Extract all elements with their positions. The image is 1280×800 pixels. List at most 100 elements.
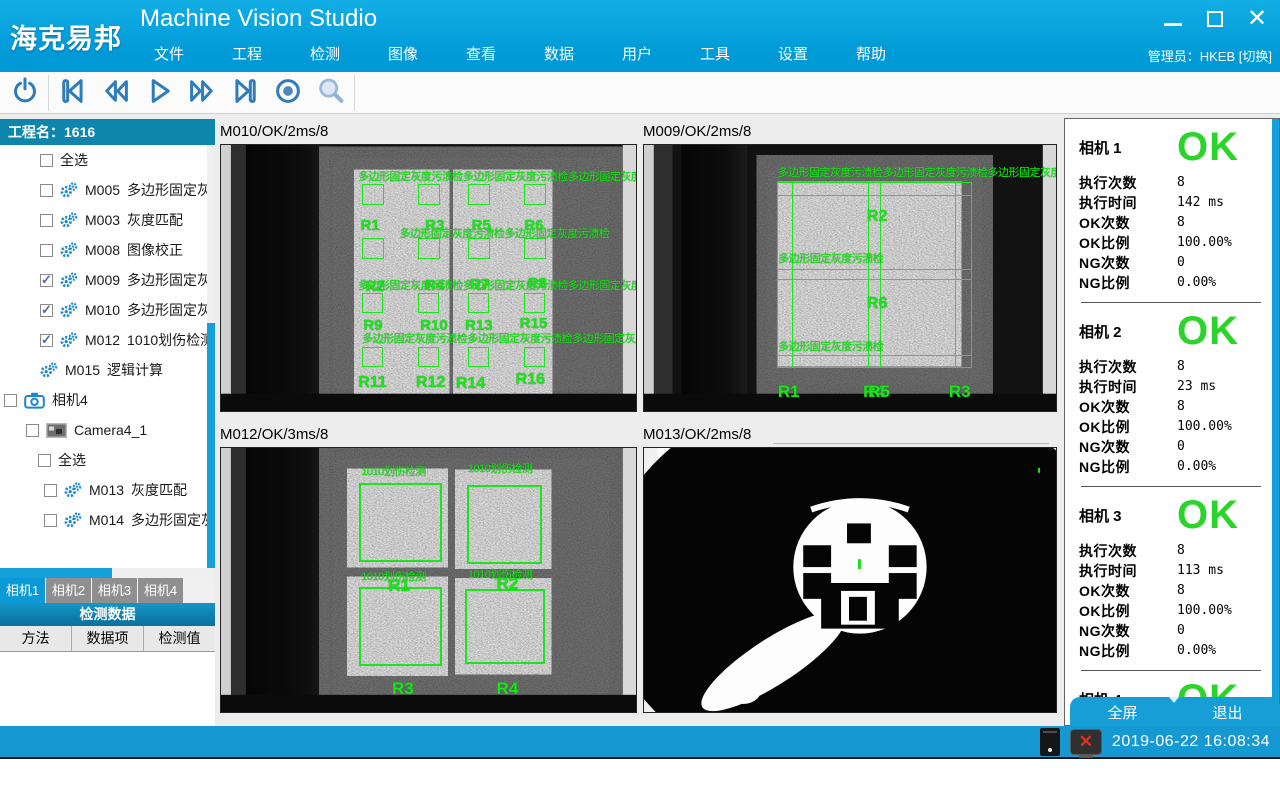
menu-item-3[interactable]: 检测: [286, 43, 364, 67]
menu-item-7[interactable]: 用户: [598, 43, 676, 67]
skip-start-button[interactable]: [51, 74, 94, 112]
detect-col-2[interactable]: 数据项: [72, 626, 144, 651]
camera-section-1: 相机 1OK 执行次数8执行时间142 msOK次数8OK比例100.00%NG次…: [1065, 119, 1279, 303]
checkbox[interactable]: [44, 514, 57, 527]
menu-item-10[interactable]: 帮助: [832, 43, 910, 67]
camera-name: 相机 3: [1079, 505, 1177, 526]
tree-item-m003[interactable]: M003灰度匹配: [0, 205, 215, 235]
fast-forward-button[interactable]: [180, 74, 223, 112]
detection-box: [362, 184, 384, 205]
minimize-icon: [1164, 23, 1182, 26]
checkbox[interactable]: [40, 214, 53, 227]
detect-data-header: 检测数据: [0, 603, 215, 626]
overlay-text: 多边形固定灰度污渍检多边形固定灰度污渍检多边形固定灰度污渍检: [777, 164, 1057, 180]
menu-item-5[interactable]: 查看: [442, 43, 520, 67]
tree-item[interactable]: 全选: [0, 145, 215, 175]
search-button[interactable]: [309, 74, 352, 112]
monitor-error-icon[interactable]: ✕: [1070, 729, 1102, 755]
camera-tab-bar: 相机1相机2相机3相机4: [0, 578, 215, 603]
exit-button[interactable]: 退出: [1175, 697, 1280, 727]
tree-item-m009[interactable]: M009多边形固定灰度污渍检: [0, 265, 215, 295]
stat-row: OK次数8: [1079, 397, 1263, 417]
pc-tower-icon[interactable]: [1040, 728, 1060, 756]
stats-scrollbar[interactable]: [1272, 119, 1279, 725]
detect-col-1[interactable]: 方法: [0, 626, 72, 651]
tree-item-label: 多边形固定灰度污渍检: [127, 270, 215, 290]
switch-user-link[interactable]: [切换]: [1239, 49, 1272, 64]
menu-item-8[interactable]: 工具: [676, 43, 754, 67]
window-controls: ✕: [1160, 6, 1270, 32]
tab-camera3[interactable]: 相机3: [92, 578, 137, 603]
stat-value: 100.00%: [1177, 601, 1232, 621]
detection-box: [524, 347, 545, 367]
tree-vscrollbar[interactable]: [207, 145, 215, 568]
play-button[interactable]: [137, 74, 180, 112]
camera-image[interactable]: 多边形固定灰度污渍检多边形固定灰度污渍检多边形固定灰度污渍检多边形固定灰度污渍检…: [220, 144, 637, 412]
tab-camera2[interactable]: 相机2: [46, 578, 91, 603]
tree-item-m005[interactable]: M005多边形固定灰度污渍检: [0, 175, 215, 205]
skip-end-icon: [230, 76, 260, 109]
tree-item[interactable]: Camera4_1: [0, 415, 215, 445]
tree-item-m015[interactable]: M015逻辑计算: [0, 355, 215, 385]
menu-item-4[interactable]: 图像: [364, 43, 442, 67]
detection-box: [524, 293, 545, 313]
checkbox[interactable]: [40, 184, 53, 197]
camera-image[interactable]: [643, 447, 1057, 713]
menu-item-1[interactable]: 文件: [130, 43, 208, 67]
tree-item-m012[interactable]: M0121010划伤检测: [0, 325, 215, 355]
checkbox[interactable]: [40, 244, 53, 257]
detect-col-3[interactable]: 检测值: [144, 626, 215, 651]
camera-image[interactable]: 多边形固定灰度污渍检多边形固定灰度污渍检多边形固定灰度污渍检多边形固定灰度污渍检…: [643, 144, 1057, 412]
region-label: R3: [392, 679, 414, 699]
menu-item-6[interactable]: 数据: [520, 43, 598, 67]
camera-stats: 执行次数8执行时间113 msOK次数8OK比例100.00%NG次数0NG比例…: [1079, 541, 1263, 661]
tree-item-m014[interactable]: M014多边形固定灰度污渍检: [0, 505, 215, 535]
rewind-button[interactable]: [94, 74, 137, 112]
tree-item-m010[interactable]: M010多边形固定灰度污渍检: [0, 295, 215, 325]
tree-item-label: 全选: [60, 150, 88, 170]
view-title: M009/OK/2ms/8: [643, 123, 1057, 144]
maximize-button[interactable]: [1202, 6, 1228, 32]
close-button[interactable]: ✕: [1244, 6, 1270, 32]
tree-item-m008[interactable]: M008图像校正: [0, 235, 215, 265]
checkbox[interactable]: [44, 484, 57, 497]
detection-box: [468, 347, 489, 367]
checkbox[interactable]: [40, 334, 53, 347]
skip-end-button[interactable]: [223, 74, 266, 112]
status-ok: OK: [1177, 495, 1239, 535]
checkbox[interactable]: [26, 424, 39, 437]
tree-hscrollbar[interactable]: [0, 568, 215, 578]
checkbox[interactable]: [38, 454, 51, 467]
camera-stats: 执行次数8执行时间142 msOK次数8OK比例100.00%NG次数0NG比例…: [1079, 173, 1263, 293]
region-label: R1: [360, 217, 379, 234]
checkbox[interactable]: [40, 304, 53, 317]
camera-image[interactable]: 1010划伤检测1010划伤检测1010划伤检测1010划伤检测R1R2R3R4: [220, 447, 637, 713]
checkbox[interactable]: [40, 274, 53, 287]
scrollbar-thumb[interactable]: [0, 568, 112, 578]
tree-item[interactable]: 全选: [0, 445, 215, 475]
region-label: R3: [949, 382, 971, 402]
tree-item-m013[interactable]: M013灰度匹配: [0, 475, 215, 505]
minimize-button[interactable]: [1160, 6, 1186, 32]
tree-item-code: M015: [65, 362, 100, 378]
power-button[interactable]: [3, 74, 46, 112]
project-name: 1616: [64, 124, 95, 140]
tree-item-label: 相机4: [52, 390, 88, 410]
detection-box: [362, 293, 383, 313]
tree-item-code: M005: [85, 182, 120, 198]
app-logo: 海克易邦: [0, 0, 132, 72]
fullscreen-button[interactable]: 全屏: [1070, 697, 1175, 727]
camera-section-header: 相机 1OK: [1079, 126, 1263, 168]
tab-camera1[interactable]: 相机1: [0, 578, 45, 603]
record-button[interactable]: [266, 74, 309, 112]
menu-item-2[interactable]: 工程: [208, 43, 286, 67]
stat-value: 0: [1177, 437, 1185, 457]
tab-camera4[interactable]: 相机4: [138, 578, 183, 603]
tree-item[interactable]: 相机4: [0, 385, 215, 415]
view-title: M012/OK/3ms/8: [220, 426, 637, 447]
checkbox[interactable]: [4, 394, 17, 407]
scrollbar-thumb[interactable]: [207, 323, 215, 568]
region-label: R16: [516, 371, 545, 389]
checkbox[interactable]: [40, 154, 53, 167]
menu-item-9[interactable]: 设置: [754, 43, 832, 67]
